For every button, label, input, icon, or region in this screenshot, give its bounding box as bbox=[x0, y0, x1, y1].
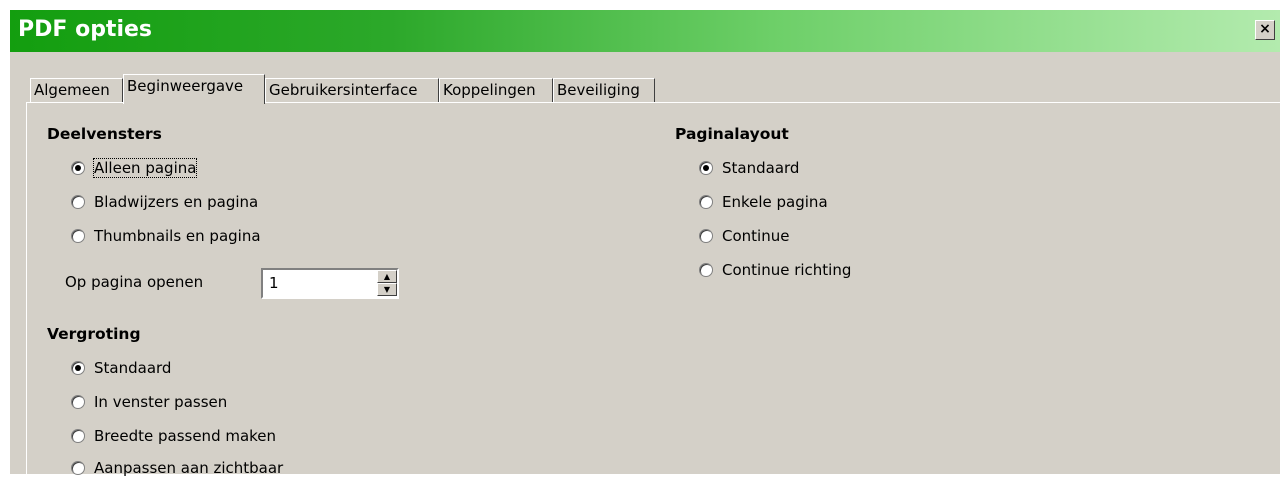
spin-buttons: ▲ ▼ bbox=[377, 270, 397, 297]
tab-label: Algemeen bbox=[34, 81, 110, 99]
radio-button[interactable] bbox=[71, 161, 85, 175]
open-page-spinbox[interactable]: 1 ▲ ▼ bbox=[261, 268, 399, 299]
radio-label: Standaard bbox=[722, 159, 800, 177]
tab-label: Koppelingen bbox=[443, 81, 536, 99]
radio-button[interactable] bbox=[71, 229, 85, 243]
close-button[interactable]: × bbox=[1255, 20, 1275, 40]
tab-gebruikersinterface[interactable]: Gebruikersinterface bbox=[265, 78, 439, 102]
open-page-value[interactable]: 1 bbox=[269, 274, 279, 292]
open-page-label: Op pagina openen bbox=[65, 273, 204, 291]
pdf-options-dialog: PDF opties × Algemeen Beginweergave Gebr… bbox=[10, 10, 1280, 482]
radio-label: Aanpassen aan zichtbaar bbox=[94, 459, 284, 477]
radio-label: Bladwijzers en pagina bbox=[94, 193, 259, 211]
tab-label: Gebruikersinterface bbox=[269, 81, 418, 99]
radio-button[interactable] bbox=[699, 229, 713, 243]
radio-button[interactable] bbox=[699, 161, 713, 175]
paginalayout-heading: Paginalayout bbox=[675, 125, 789, 143]
radio-button[interactable] bbox=[71, 361, 85, 375]
tab-algemeen[interactable]: Algemeen bbox=[30, 78, 123, 102]
radio-button[interactable] bbox=[71, 395, 85, 409]
tab-koppelingen[interactable]: Koppelingen bbox=[439, 78, 553, 102]
tab-label: Beveiliging bbox=[557, 81, 640, 99]
tab-label: Beginweergave bbox=[127, 77, 244, 95]
radio-label: In venster passen bbox=[94, 393, 228, 411]
window-title: PDF opties bbox=[18, 17, 153, 42]
radio-label: Standaard bbox=[94, 359, 172, 377]
deelvensters-heading: Deelvensters bbox=[47, 125, 162, 143]
radio-label: Breedte passend maken bbox=[94, 427, 277, 445]
close-icon: × bbox=[1259, 21, 1271, 37]
radio-button[interactable] bbox=[699, 263, 713, 277]
vergroting-heading: Vergroting bbox=[47, 325, 141, 343]
radio-button[interactable] bbox=[71, 195, 85, 209]
spin-down-button[interactable]: ▼ bbox=[377, 283, 397, 296]
radio-label: Continue richting bbox=[722, 261, 852, 279]
tab-panel-beginweergave: Deelvensters Alleen pagina Bladwijzers e… bbox=[26, 102, 1280, 482]
spin-up-button[interactable]: ▲ bbox=[377, 270, 397, 283]
radio-label: Continue bbox=[722, 227, 790, 245]
radio-label: Enkele pagina bbox=[722, 193, 828, 211]
caret-up-icon: ▲ bbox=[383, 272, 391, 281]
radio-button[interactable] bbox=[71, 429, 85, 443]
caret-down-icon: ▼ bbox=[383, 285, 391, 294]
title-bar: PDF opties × bbox=[10, 10, 1280, 52]
radio-button[interactable] bbox=[699, 195, 713, 209]
tab-beveiliging[interactable]: Beveiliging bbox=[553, 78, 655, 102]
radio-button[interactable] bbox=[71, 461, 85, 475]
radio-label: Alleen pagina bbox=[92, 158, 198, 178]
tab-beginweergave[interactable]: Beginweergave bbox=[123, 74, 265, 104]
radio-label: Thumbnails en pagina bbox=[94, 227, 261, 245]
